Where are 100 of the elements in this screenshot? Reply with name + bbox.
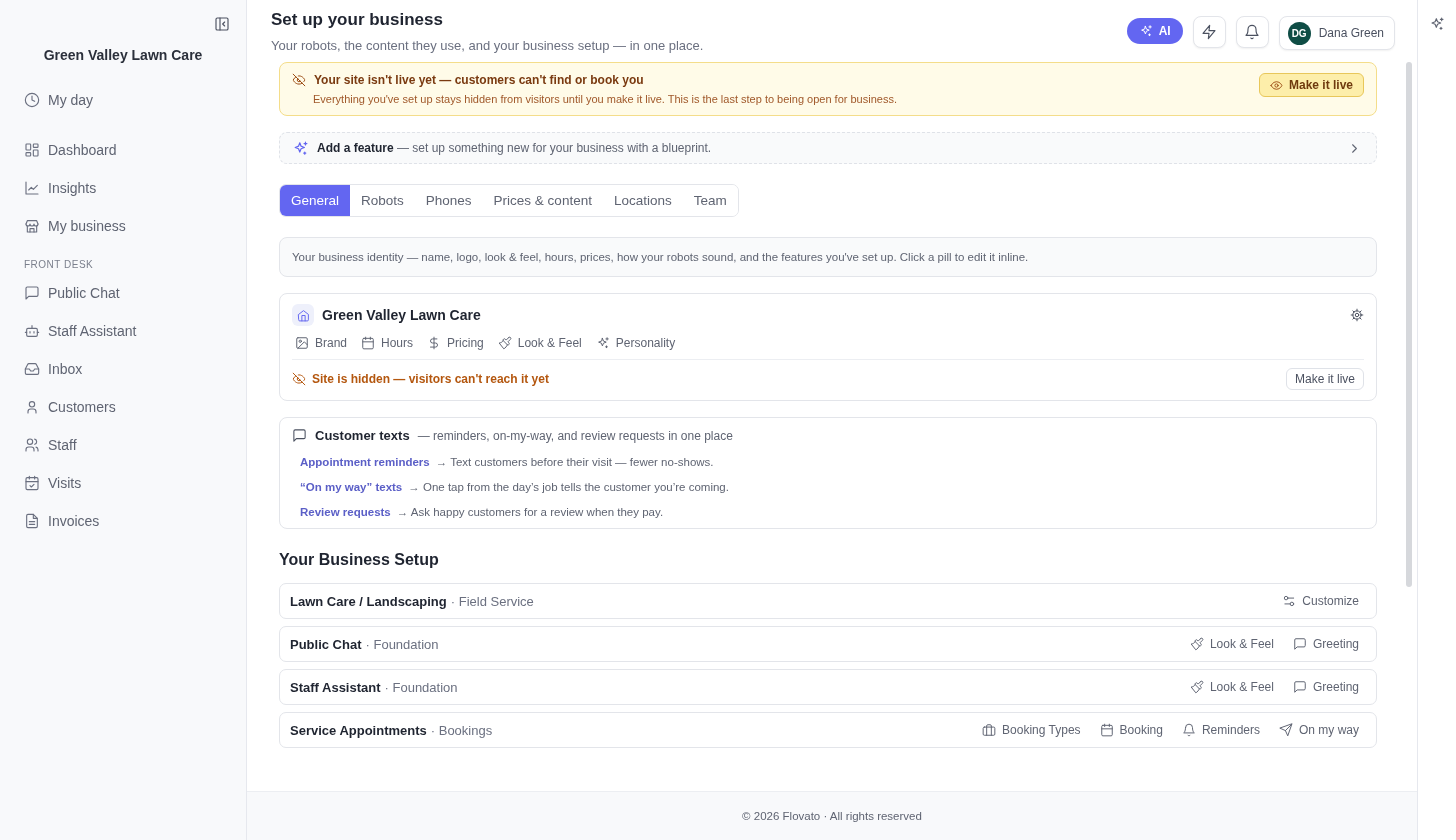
eye-icon <box>1269 78 1283 92</box>
feature-link[interactable]: Review requests <box>300 506 391 518</box>
pill[interactable]: Brand <box>295 336 348 350</box>
avatar: DG <box>1287 21 1311 45</box>
settings-icon <box>1350 308 1364 322</box>
card-subtitle: — reminders, on-my-way, and review requests in one place <box>417 428 733 443</box>
nav-item[interactable]: Insights <box>0 169 246 207</box>
feature-name: Public Chat <box>290 636 362 652</box>
image-icon <box>295 336 309 350</box>
notifications-button[interactable] <box>1235 16 1269 48</box>
brush-icon <box>1189 637 1204 651</box>
feature-description: → Text customers before their visit — fewer no-shows. <box>435 456 714 468</box>
warning-title: Your site isn't live yet — customers can't find or book you <box>314 73 644 87</box>
sidebar-toggle-icon <box>214 16 230 32</box>
person-icon <box>24 399 40 415</box>
nav-item[interactable]: Staff <box>0 426 246 464</box>
action-link[interactable]: Reminders <box>1181 723 1260 737</box>
nav-item[interactable]: Visits <box>0 464 246 502</box>
warning-text: Everything you've set up stays hidden from visitors until you make it live. This is the last step to being open for business. <box>313 93 897 105</box>
tab-description: Your business identity — name, logo, look & feel, hours, prices, how your robots sound, and the features you've set up. Click a pill to edit it inline. <box>279 237 1377 277</box>
chat-bubble-icon <box>1292 637 1307 651</box>
briefcase-icon <box>982 723 997 737</box>
sparkles-icon <box>1138 24 1153 38</box>
robot-icon <box>24 323 40 339</box>
eye-off-icon <box>292 372 306 386</box>
eye-off-icon <box>292 73 306 87</box>
feature-category: · Bookings <box>430 722 494 738</box>
people-icon <box>24 437 40 453</box>
calendar-check-icon <box>24 475 40 491</box>
sparkles-icon <box>292 139 309 157</box>
feature-category: · Field Service <box>450 593 535 609</box>
pill[interactable]: Personality <box>595 336 676 350</box>
card-title: Customer texts <box>315 428 410 443</box>
paper-plane-icon <box>1279 723 1293 737</box>
pill[interactable]: Pricing <box>427 336 484 350</box>
chart-icon <box>24 180 40 196</box>
sliders-icon <box>1282 594 1297 608</box>
bell-icon <box>1181 723 1196 737</box>
action-link[interactable]: Booking Types <box>982 723 1081 737</box>
nav-item[interactable]: Invoices <box>0 502 246 540</box>
sidebar-toggle[interactable] <box>214 16 230 32</box>
feature-link[interactable]: “On my way” texts <box>300 481 403 493</box>
feature-name: Service Appointments <box>290 722 427 738</box>
action-link[interactable]: On my way <box>1279 723 1359 737</box>
add-feature-button[interactable]: Add a feature — set up something new for your business with a blueprint. <box>279 132 1377 164</box>
tab[interactable]: General <box>280 185 351 216</box>
pill[interactable]: Look & Feel <box>497 336 582 350</box>
sparkles-icon <box>1429 16 1445 32</box>
bell-icon <box>1244 24 1261 40</box>
sparkles-icon <box>595 336 610 350</box>
user-menu[interactable]: DG Dana Green <box>1278 16 1395 50</box>
section-title: Your Business Setup <box>279 551 440 569</box>
footer-text: © 2026 Flovato · All rights reserved <box>742 810 922 822</box>
grid-icon <box>24 142 40 158</box>
feature-link[interactable]: Appointment reminders <box>300 456 430 468</box>
action-link[interactable]: Greeting <box>1292 637 1359 651</box>
pill[interactable]: Hours <box>361 336 414 350</box>
lightning-icon <box>1201 24 1218 40</box>
chat-bubble-icon <box>24 285 40 301</box>
action-link[interactable]: Look & Feel <box>1189 637 1274 651</box>
calendar-icon <box>1099 723 1114 737</box>
feature-name: Lawn Care / Landscaping <box>290 593 447 609</box>
feature-category: · Foundation <box>365 636 440 652</box>
action-link[interactable]: Customize <box>1282 594 1359 608</box>
nav-item[interactable]: My day <box>0 81 246 119</box>
ai-button[interactable]: AI <box>1126 18 1183 44</box>
action-link[interactable]: Look & Feel <box>1189 680 1274 694</box>
action-link[interactable]: Greeting <box>1292 680 1359 694</box>
nav-item[interactable]: Dashboard <box>0 131 246 169</box>
calendar-icon <box>361 336 376 350</box>
status-text: Site is hidden — visitors can't reach it yet <box>312 372 549 386</box>
feature-description: → Ask happy customers for a review when they pay. <box>396 506 664 518</box>
settings-button[interactable] <box>1350 308 1364 322</box>
clock-icon <box>24 92 40 108</box>
quick-actions-button[interactable] <box>1192 16 1226 48</box>
store-icon <box>24 218 40 234</box>
page-title: Set up your business <box>271 10 444 30</box>
chat-bubble-icon <box>1292 680 1307 694</box>
action-link[interactable]: Booking <box>1099 723 1163 737</box>
make-live-button[interactable]: Make it live <box>1258 73 1364 97</box>
nav-item[interactable]: Public Chat <box>0 274 246 312</box>
section-heading: FRONT DESK <box>23 258 95 272</box>
business-title: Green Valley Lawn Care <box>322 307 482 323</box>
feature-category: · Foundation <box>384 679 459 695</box>
inbox-icon <box>24 361 40 377</box>
house-icon <box>292 304 314 326</box>
feature-description: → One tap from the day’s job tells the customer you’re coming. <box>408 481 729 493</box>
nav-item[interactable]: Inbox <box>0 350 246 388</box>
nav-item[interactable]: My business <box>0 207 246 245</box>
brush-icon <box>1189 680 1204 694</box>
feature-name: Staff Assistant <box>290 679 381 695</box>
nav-item[interactable]: Customers <box>0 388 246 426</box>
make-live-button[interactable]: Make it live <box>1285 368 1364 390</box>
document-icon <box>24 513 40 529</box>
page-subtitle: Your robots, the content they use, and your business setup — in one place. <box>271 38 704 53</box>
ai-assistant-button[interactable] <box>1429 16 1445 32</box>
chat-bubble-icon <box>292 428 307 443</box>
brush-icon <box>497 336 512 350</box>
business-name: Green Valley Lawn Care <box>42 47 204 63</box>
nav-item[interactable]: Staff Assistant <box>0 312 246 350</box>
